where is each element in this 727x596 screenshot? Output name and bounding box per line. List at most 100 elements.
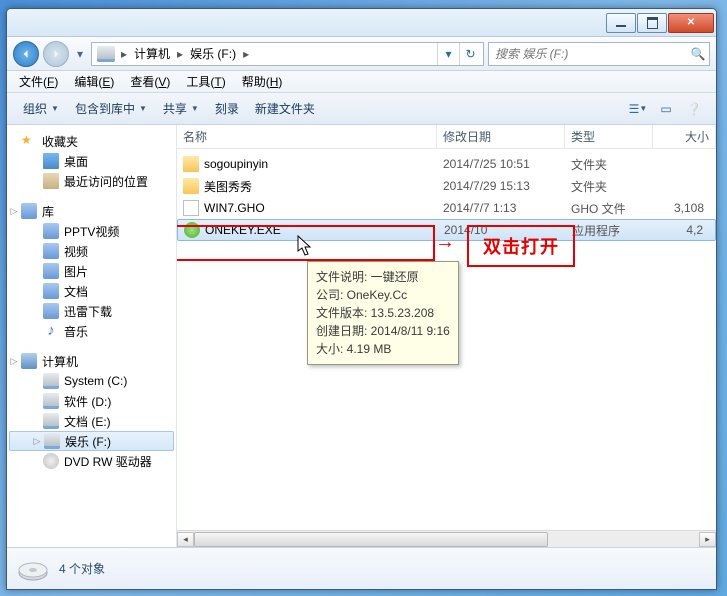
- sidebar-dvd[interactable]: DVD RW 驱动器: [7, 451, 176, 471]
- sidebar-pptv[interactable]: PPTV视频: [7, 221, 176, 241]
- scroll-thumb[interactable]: [194, 532, 548, 547]
- sidebar-documents[interactable]: 文档: [7, 281, 176, 301]
- file-name: ONEKEY.EXE: [205, 223, 281, 237]
- scroll-left-button[interactable]: ◂: [177, 532, 194, 547]
- history-dropdown[interactable]: ▾: [73, 47, 87, 61]
- drive-icon: [44, 433, 60, 449]
- search-icon: 🔍: [687, 43, 709, 65]
- column-name[interactable]: 名称: [177, 125, 437, 148]
- maximize-button[interactable]: [637, 13, 667, 33]
- folder-icon: [183, 156, 199, 172]
- search-input[interactable]: [489, 47, 687, 61]
- file-list-pane: 名称 修改日期 类型 大小 sogoupinyin 2014/7/25 10:51…: [177, 125, 716, 547]
- file-size: 3,108: [653, 201, 716, 215]
- sidebar-xunlei[interactable]: 迅雷下载: [7, 301, 176, 321]
- computer-group[interactable]: ▷ 计算机: [7, 351, 176, 371]
- view-options-button[interactable]: ☰ ▼: [624, 98, 652, 120]
- help-button[interactable]: ❔: [680, 98, 708, 120]
- status-bar: 4 个对象: [7, 547, 716, 589]
- breadcrumb-computer[interactable]: 计算机: [130, 43, 174, 65]
- horizontal-scrollbar[interactable]: ◂ ▸: [177, 530, 716, 547]
- sidebar-drive-c[interactable]: System (C:): [7, 371, 176, 391]
- drive-icon: [43, 413, 59, 429]
- picture-icon: [43, 263, 59, 279]
- expander-icon[interactable]: ▷: [9, 356, 19, 367]
- menu-bar: 文件(F)编辑(E)查看(V)工具(T) 帮助(H): [7, 71, 716, 93]
- close-button[interactable]: ✕: [668, 13, 714, 33]
- drive-icon: [17, 553, 49, 585]
- sidebar-drive-d[interactable]: 软件 (D:): [7, 391, 176, 411]
- organize-button[interactable]: 组织 ▼: [15, 96, 67, 121]
- sidebar-drive-e[interactable]: 文档 (E:): [7, 411, 176, 431]
- address-dropdown[interactable]: ▾: [437, 43, 459, 65]
- tooltip-version: 文件版本: 13.5.23.208: [316, 304, 450, 322]
- file-type: 文件夹: [565, 156, 653, 173]
- libraries-group[interactable]: ▷库: [7, 201, 176, 221]
- menu-v[interactable]: 查看(V): [124, 72, 176, 91]
- tooltip-size: 大小: 4.19 MB: [316, 340, 450, 358]
- favorites-label: 收藏夹: [42, 133, 78, 150]
- menu-f[interactable]: 文件(F): [13, 72, 64, 91]
- sidebar-videos[interactable]: 视频: [7, 241, 176, 261]
- content-area: ★收藏夹 桌面 最近访问的位置 ▷库 PPTV视频 视频 图片 文档 迅雷下载 …: [7, 125, 716, 547]
- breadcrumb-sep: ▸: [174, 47, 186, 61]
- video-icon: [43, 243, 59, 259]
- download-icon: [43, 303, 59, 319]
- burn-button[interactable]: 刻录: [207, 96, 247, 121]
- address-bar[interactable]: ▸ 计算机 ▸ 娱乐 (F:) ▸ ▾ ↻: [91, 42, 484, 66]
- file-row[interactable]: sogoupinyin 2014/7/25 10:51文件夹: [177, 153, 716, 175]
- library-icon: [21, 203, 37, 219]
- sidebar-music[interactable]: ♪音乐: [7, 321, 176, 341]
- music-icon: ♪: [43, 323, 59, 339]
- tooltip-company: 公司: OneKey.Cc: [316, 286, 450, 304]
- desktop-icon: [43, 153, 59, 169]
- computer-label: 计算机: [42, 353, 78, 370]
- folder-icon: [183, 178, 199, 194]
- file-type: 应用程序: [566, 222, 654, 239]
- forward-button[interactable]: [43, 41, 69, 67]
- column-size[interactable]: 大小: [653, 125, 716, 148]
- new-folder-button[interactable]: 新建文件夹: [247, 96, 323, 121]
- menu-t[interactable]: 工具(T): [180, 72, 231, 91]
- exe-icon: [184, 222, 200, 238]
- drive-icon: [43, 393, 59, 409]
- file-date: 2014/7/25 10:51: [437, 157, 565, 171]
- share-button[interactable]: 共享 ▼: [155, 96, 207, 121]
- dvd-icon: [43, 453, 59, 469]
- refresh-button[interactable]: ↻: [459, 43, 481, 65]
- sidebar-pictures[interactable]: 图片: [7, 261, 176, 281]
- file-name: 美图秀秀: [204, 178, 252, 195]
- breadcrumb-drive[interactable]: 娱乐 (F:): [186, 43, 240, 65]
- toolbar: 组织 ▼ 包含到库中 ▼ 共享 ▼ 刻录 新建文件夹 ☰ ▼ ▭ ❔: [7, 93, 716, 125]
- tooltip-created: 创建日期: 2014/8/11 9:16: [316, 322, 450, 340]
- tooltip-description: 文件说明: 一键还原: [316, 268, 450, 286]
- expander-icon[interactable]: ▷: [32, 436, 42, 447]
- expander-icon[interactable]: ▷: [9, 206, 19, 217]
- file-date: 2014/7/29 15:13: [437, 179, 565, 193]
- minimize-button[interactable]: [606, 13, 636, 33]
- libraries-label: 库: [42, 203, 54, 220]
- file-row[interactable]: WIN7.GHO2014/7/7 1:13GHO 文件3,108: [177, 197, 716, 219]
- preview-pane-button[interactable]: ▭: [652, 98, 680, 120]
- file-date: 2014/7/7 1:13: [437, 201, 565, 215]
- scroll-track[interactable]: [194, 532, 699, 547]
- column-type[interactable]: 类型: [565, 125, 653, 148]
- navigation-pane: ★收藏夹 桌面 最近访问的位置 ▷库 PPTV视频 视频 图片 文档 迅雷下载 …: [7, 125, 177, 547]
- menu-h[interactable]: 帮助(H): [236, 72, 289, 91]
- sidebar-desktop[interactable]: 桌面: [7, 151, 176, 171]
- search-box[interactable]: 🔍: [488, 42, 710, 66]
- breadcrumb-sep: ▸: [240, 47, 252, 61]
- status-item-count: 4 个对象: [59, 560, 105, 577]
- favorites-group[interactable]: ★收藏夹: [7, 131, 176, 151]
- file-name: sogoupinyin: [204, 157, 268, 171]
- file-row[interactable]: ONEKEY.EXE2014/10应用程序4,2: [177, 219, 716, 241]
- menu-e[interactable]: 编辑(E): [68, 72, 120, 91]
- include-in-library-button[interactable]: 包含到库中 ▼: [67, 96, 155, 121]
- document-icon: [43, 283, 59, 299]
- sidebar-drive-f[interactable]: ▷娱乐 (F:): [9, 431, 174, 451]
- sidebar-recent[interactable]: 最近访问的位置: [7, 171, 176, 191]
- back-button[interactable]: [13, 41, 39, 67]
- column-date[interactable]: 修改日期: [437, 125, 565, 148]
- file-row[interactable]: 美图秀秀2014/7/29 15:13文件夹: [177, 175, 716, 197]
- scroll-right-button[interactable]: ▸: [699, 532, 716, 547]
